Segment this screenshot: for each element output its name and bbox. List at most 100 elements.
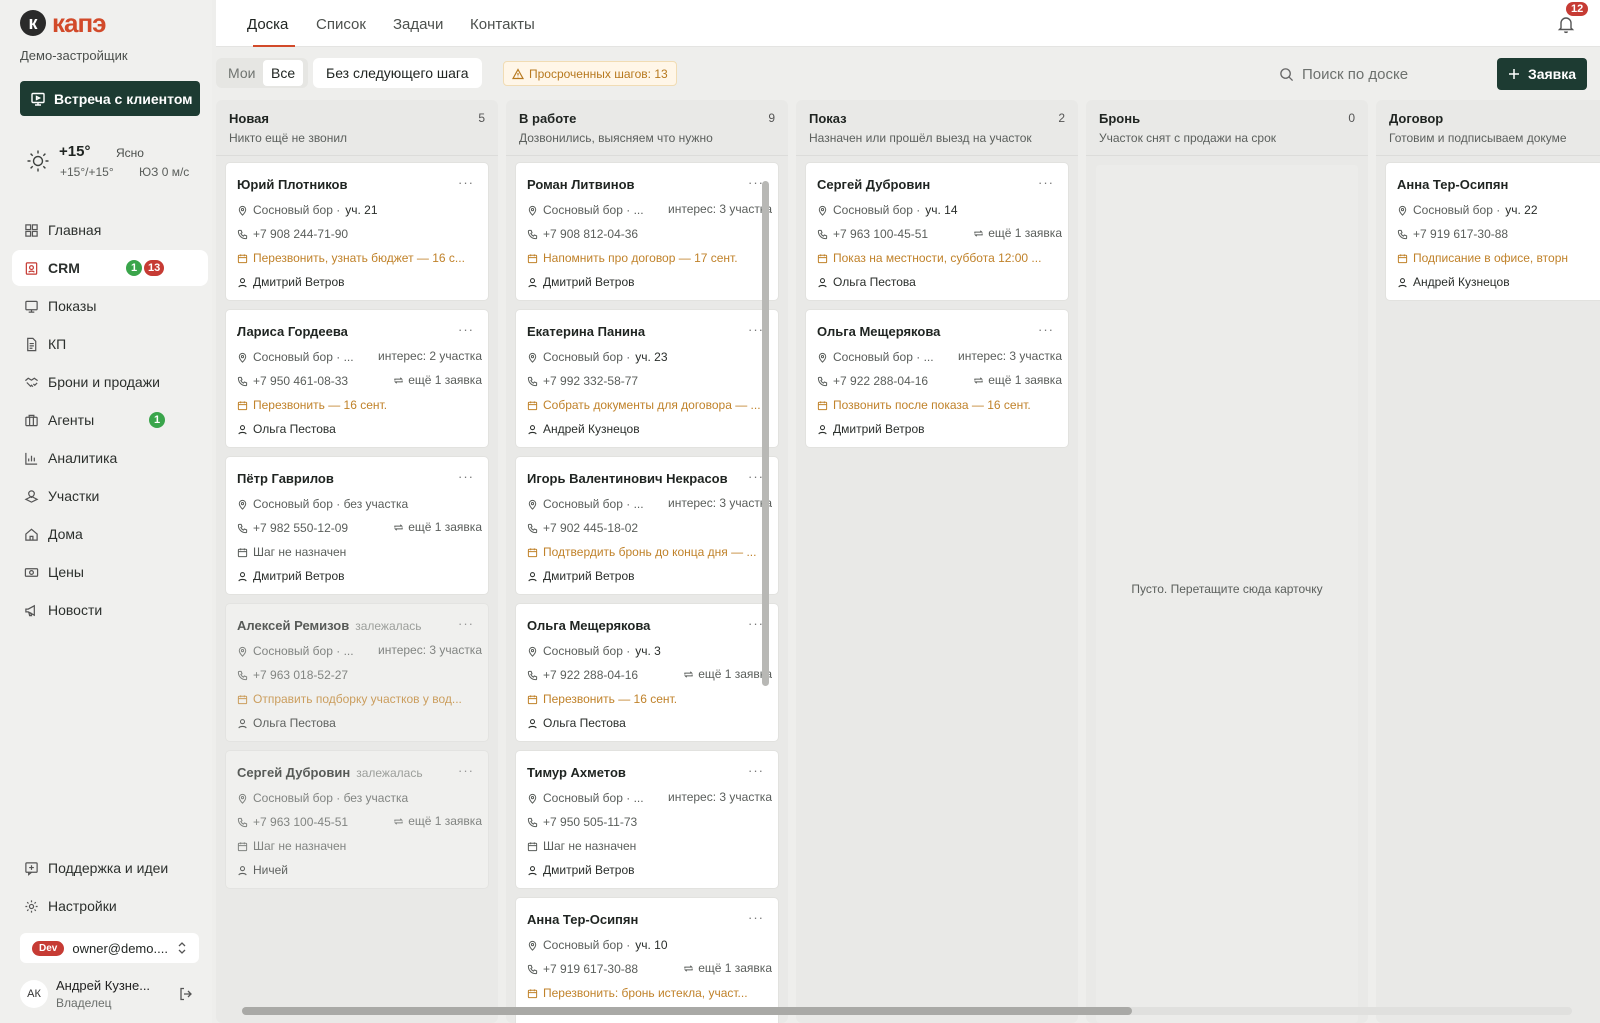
kanban-board: Новая 5 Никто ещё не звонил Юрий Плотников ·… [216,100,1600,1023]
location-icon [528,646,537,657]
lead-card[interactable]: Ольга Мещерякова ··· Сосновый бор · ... инт… [806,310,1068,447]
nav-item-crm[interactable]: CRM 1 13 [12,250,208,286]
lead-card[interactable]: Юрий Плотников ··· Сосновый бор · уч. 21 +7… [226,163,488,300]
card-menu-button[interactable]: ··· [1038,175,1054,190]
nav-item-home[interactable]: Главная [12,212,208,248]
tab-list[interactable]: Список [316,16,366,33]
next-step-row[interactable]: Шаг не назначен [237,544,482,560]
lead-name: Ольга Мещерякова [527,618,651,633]
person-icon [528,277,537,287]
next-step-row[interactable]: Шаг не назначен [237,838,482,854]
account-switcher[interactable]: Dev owner@demo.... [20,933,199,963]
phone-row: +7 950 505-11-73 [527,814,772,830]
filter-bar: Мои Все Без следующего шага Просроченных… [216,58,1600,90]
empty-drop-zone[interactable]: Пусто. Перетащите сюда карточку [1096,165,1358,1023]
lead-name-row: Лариса Гордеева [237,324,348,339]
lead-name: Анна Тер-Осипян [527,912,639,927]
responsible-row: Дмитрий Ветров [527,274,772,290]
location-icon [818,205,827,216]
filter-no-next-step[interactable]: Без следующего шага [313,58,482,88]
filter-all[interactable]: Все [263,60,304,86]
company-name: Демо-застройщик [20,48,128,63]
lead-card[interactable]: Анна Тер-Осипян···Сосновый бор · уч. 22+… [1386,163,1600,300]
next-step-row[interactable]: Шаг не назначен [527,838,772,854]
board-horizontal-scrollbar[interactable] [242,1007,1572,1015]
nav-item-houses[interactable]: Дома [12,516,208,552]
nav-item-prices[interactable]: Цены [12,554,208,590]
nav-item-support[interactable]: Поддержка и идеи [12,850,208,886]
lead-card[interactable]: Анна Тер-Осипян ··· Сосновый бор · уч. 10 +… [516,898,778,1023]
next-step-row[interactable]: Перезвонить — 16 сент. [527,691,772,707]
lead-card[interactable]: Ольга Мещерякова ··· Сосновый бор · уч. 3 +… [516,604,778,741]
repeat-icon [684,670,694,678]
logout-icon[interactable] [178,986,194,1002]
lead-name-row: Ольга Мещерякова [817,324,940,339]
bell-icon[interactable] [1556,14,1576,34]
lead-card[interactable]: Сергей Дубровин ··· Сосновый бор · уч. 14 +… [806,163,1068,300]
lead-card[interactable]: Роман Литвинов ··· Сосновый бор · ... интер… [516,163,778,300]
card-menu-button[interactable]: ··· [458,616,474,631]
nav-item-kp[interactable]: КП [12,326,208,362]
lead-card[interactable]: Лариса Гордеева ··· Сосновый бор · ... инте… [226,310,488,447]
next-step-row[interactable]: Позвонить после показа — 16 сент. [817,397,1062,413]
next-step-text: Перезвонить — 16 сент. [253,398,388,412]
add-request-button[interactable]: Заявка [1497,58,1587,90]
lead-card[interactable]: Сергей Дубровин залежалась ··· Сосновый бор… [226,751,488,888]
nav-item-news[interactable]: Новости [12,592,208,628]
interest-text: интерес: 2 участка [378,349,482,363]
phone-number: +7 950 461-08-33 [253,374,349,388]
next-step-row[interactable]: Показ на местности, суббота 12:00 ... [817,250,1062,266]
responsible-row: Ольга Пестова [237,421,482,437]
next-step-row[interactable]: Перезвонить, узнать бюджет — 16 с... [237,250,482,266]
next-step-row[interactable]: Собрать документы для договора — ... [527,397,772,413]
nav-item-settings[interactable]: Настройки [12,888,208,924]
lead-name: Екатерина Панина [527,324,646,339]
next-step-row[interactable]: Напомнить про договор — 17 сент. [527,250,772,266]
location-row: Сосновый бор · уч. 22 [1397,202,1600,218]
user-role: Владелец [56,996,112,1010]
tab-contacts[interactable]: Контакты [470,16,535,33]
phone-number: +7 922 288-04-16 [543,668,639,682]
column-scrollbar[interactable] [762,181,769,686]
next-step-row[interactable]: Подтвердить бронь до конца дня — ... [527,544,772,560]
logo[interactable]: к капэ [20,10,107,36]
nav-item-shows[interactable]: Показы [12,288,208,324]
scrollbar-thumb[interactable] [242,1007,1132,1015]
location-icon [528,793,537,804]
location-icon [238,646,247,657]
location-text: Сосновый бор · ... [543,791,644,805]
tab-tasks[interactable]: Задачи [393,16,443,33]
nav-item-agents[interactable]: Агенты 1 [12,402,208,438]
lead-card[interactable]: Пётр Гаврилов ··· Сосновый бор · без участ… [226,457,488,594]
board-search[interactable]: Поиск по доске [1279,61,1479,87]
card-menu-button[interactable]: ··· [748,763,764,778]
next-step-row[interactable]: Перезвонить — 16 сент. [237,397,482,413]
card-menu-button[interactable]: ··· [748,910,764,925]
overdue-steps-chip[interactable]: Просроченных шагов: 13 [503,61,677,86]
meet-client-button[interactable]: Встреча с клиентом [20,81,200,116]
card-menu-button[interactable]: ··· [458,763,474,778]
next-step-row[interactable]: Перезвонить: бронь истекла, участ... [527,985,772,1001]
responsible-row: Дмитрий Ветров [527,862,772,878]
nav-item-plots[interactable]: Участки [12,478,208,514]
location-icon [528,352,537,363]
card-menu-button[interactable]: ··· [1038,322,1054,337]
column-header: Договор Готовим и подписываем докуме [1376,100,1600,156]
nav-item-bookings[interactable]: Брони и продажи [12,364,208,400]
column-count: 9 [768,111,775,125]
lead-card[interactable]: Екатерина Панина ··· Сосновый бор · уч. 23… [516,310,778,447]
next-step-row[interactable]: Подписание в офисе, вторн [1397,250,1600,266]
card-menu-button[interactable]: ··· [458,322,474,337]
lead-card[interactable]: Игорь Валентинович Некрасов ··· Сосновый б… [516,457,778,594]
card-menu-button[interactable]: ··· [458,469,474,484]
responsible-name: Дмитрий Ветров [543,569,635,583]
avatar[interactable]: АК [20,980,48,1008]
lead-card[interactable]: Тимур Ахметов ··· Сосновый бор · ... интере… [516,751,778,888]
location-row: Сосновый бор · уч. 21 [237,202,482,218]
card-menu-button[interactable]: ··· [458,175,474,190]
filter-mine[interactable]: Мои [228,65,255,81]
next-step-row[interactable]: Отправить подборку участков у вод... [237,691,482,707]
tab-board[interactable]: Доска [247,16,288,33]
lead-card[interactable]: Алексей Ремизов залежалась ··· Сосновый бор… [226,604,488,741]
nav-item-analytics[interactable]: Аналитика [12,440,208,476]
